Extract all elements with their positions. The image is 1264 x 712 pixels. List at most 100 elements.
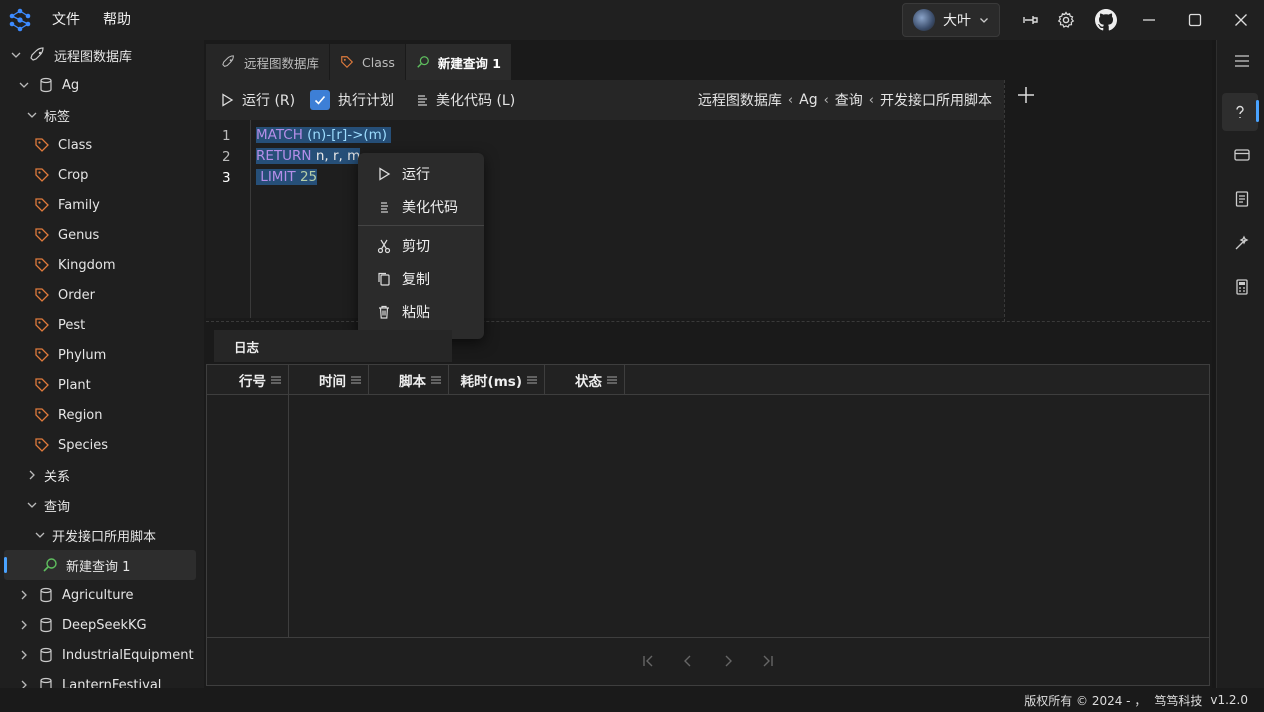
column-header[interactable]: 行号	[207, 365, 289, 395]
tree-item-label: 关系	[44, 469, 71, 485]
tree-label-item[interactable]: Order	[0, 280, 204, 310]
code-editor[interactable]: 1 2 3 MATCH (n)-[r]->(m) RETURN n, r, m …	[206, 120, 1004, 318]
chevron-right-icon	[21, 620, 27, 630]
column-header[interactable]: 时间	[289, 365, 369, 395]
code-line: RETURN n, r, m	[256, 148, 361, 164]
database-icon	[40, 647, 52, 663]
tab-log[interactable]: 日志	[214, 330, 452, 362]
run-button[interactable]: 运行 (R)	[220, 80, 295, 120]
context-beautify[interactable]: 美化代码	[358, 192, 484, 222]
column-header[interactable]: 状态	[545, 365, 625, 395]
card-icon[interactable]	[1233, 146, 1251, 164]
tree-label-item[interactable]: Family	[0, 190, 204, 220]
vertical-splitter[interactable]	[1004, 80, 1008, 322]
calculator-icon[interactable]	[1233, 278, 1251, 296]
avatar	[913, 9, 935, 31]
document-icon[interactable]	[1233, 190, 1251, 208]
tree-label-item[interactable]: Crop	[0, 160, 204, 190]
question-icon	[1236, 105, 1244, 118]
app-logo-icon	[8, 8, 32, 32]
first-page-icon[interactable]	[639, 652, 657, 670]
github-icon[interactable]	[1095, 9, 1117, 31]
beautify-button[interactable]: 美化代码 (L)	[416, 80, 515, 120]
tree-label-item[interactable]: Region	[0, 400, 204, 430]
context-run[interactable]: 运行	[358, 159, 484, 189]
tree-label-item[interactable]: Pest	[0, 310, 204, 340]
tree-item-label: 开发接口所用脚本	[52, 529, 157, 545]
tree-db[interactable]: IndustrialEquipment	[0, 640, 204, 670]
column-header[interactable]: 耗时(ms)	[449, 365, 545, 395]
tree-label-item[interactable]: Plant	[0, 370, 204, 400]
close-icon[interactable]	[1231, 10, 1251, 30]
tree-group-queries[interactable]: 查询	[0, 490, 204, 520]
hamburger-icon[interactable]	[1233, 52, 1251, 70]
menu-icon[interactable]	[270, 375, 282, 385]
row-number-column	[288, 395, 289, 637]
tree-label-item[interactable]: Kingdom	[0, 250, 204, 280]
tree-query-folder[interactable]: 开发接口所用脚本	[0, 520, 204, 550]
breadcrumb-item[interactable]: Ag	[799, 92, 817, 108]
menu-icon[interactable]	[350, 375, 362, 385]
tab-label: Class	[362, 54, 395, 70]
tab-remote-db[interactable]: 远程图数据库	[206, 44, 331, 80]
last-page-icon[interactable]	[759, 652, 777, 670]
editor-toolbar: 运行 (R) 执行计划 美化代码 (L) 远程图数据库 ‹ Ag ‹ 查询 ‹ …	[206, 80, 1004, 120]
menu-icon[interactable]	[430, 375, 442, 385]
maximize-icon[interactable]	[1185, 10, 1205, 30]
column-header[interactable]: 脚本	[369, 365, 449, 395]
tree-root[interactable]: 远程图数据库	[0, 40, 204, 70]
tree-group-relations[interactable]: 关系	[0, 460, 204, 490]
chevron-down-icon	[27, 112, 37, 118]
help-button[interactable]	[1222, 93, 1258, 131]
rocket-icon	[30, 47, 44, 61]
context-cut[interactable]: 剪切	[358, 231, 484, 261]
tree-item-label: 远程图数据库	[54, 49, 133, 65]
tree-label-item[interactable]: Class	[0, 130, 204, 160]
tab-class[interactable]: Class	[330, 44, 406, 80]
next-page-icon[interactable]	[719, 652, 737, 670]
database-icon	[40, 677, 52, 688]
pagination	[207, 637, 1209, 685]
pin-icon[interactable]	[1021, 10, 1041, 30]
tab-new-query[interactable]: 新建查询 1	[405, 44, 512, 80]
copyright-text: 版权所有 © 2024 - ，	[1024, 693, 1147, 708]
breadcrumb-item[interactable]: 远程图数据库	[698, 90, 782, 110]
play-icon	[379, 167, 391, 181]
table-header: 行号 时间 脚本 耗时(ms) 状态	[207, 365, 1209, 395]
magic-wand-icon[interactable]	[1233, 234, 1251, 252]
minimize-icon[interactable]	[1139, 10, 1159, 30]
menu-file[interactable]: 文件	[52, 0, 80, 40]
gear-icon[interactable]	[1056, 10, 1076, 30]
rocket-icon	[222, 55, 234, 67]
tree-db[interactable]: Ag	[0, 70, 204, 100]
tree-query-item[interactable]: 新建查询 1	[4, 550, 196, 580]
tree-group-labels[interactable]: 标签	[0, 100, 204, 130]
context-paste[interactable]: 粘贴	[358, 297, 484, 327]
breadcrumb-item[interactable]: 查询	[835, 90, 863, 110]
tree-label-item[interactable]: Phylum	[0, 340, 204, 370]
chevron-right-icon	[21, 590, 27, 600]
tree-db[interactable]: LanternFestival	[0, 670, 204, 688]
tree-label-item[interactable]: Genus	[0, 220, 204, 250]
user-menu-button[interactable]: 大叶	[902, 3, 1000, 37]
code-text: n, r, m	[311, 148, 361, 164]
menu-icon[interactable]	[526, 375, 538, 385]
tree-item-label: 新建查询 1	[66, 559, 131, 575]
menu-help[interactable]: 帮助	[103, 0, 131, 40]
breadcrumb-item[interactable]: 开发接口所用脚本	[880, 90, 992, 110]
context-copy[interactable]: 复制	[358, 264, 484, 294]
execution-plan-checkbox[interactable]: 执行计划	[310, 80, 394, 120]
tree-item-label: Kingdom	[58, 257, 116, 273]
tree-db[interactable]: DeepSeekKG	[0, 610, 204, 640]
prev-page-icon[interactable]	[679, 652, 697, 670]
tree-db[interactable]: Agriculture	[0, 580, 204, 610]
tree-label-item[interactable]: Species	[0, 430, 204, 460]
play-icon	[222, 93, 234, 107]
context-label: 剪切	[402, 239, 430, 255]
tree-item-label: Pest	[58, 317, 86, 333]
horizontal-splitter[interactable]	[206, 321, 1210, 322]
tree-item-label: Crop	[58, 167, 89, 183]
menu-icon[interactable]	[606, 375, 618, 385]
add-icon[interactable]	[1015, 84, 1037, 106]
tree-item-label: Agriculture	[62, 587, 134, 603]
